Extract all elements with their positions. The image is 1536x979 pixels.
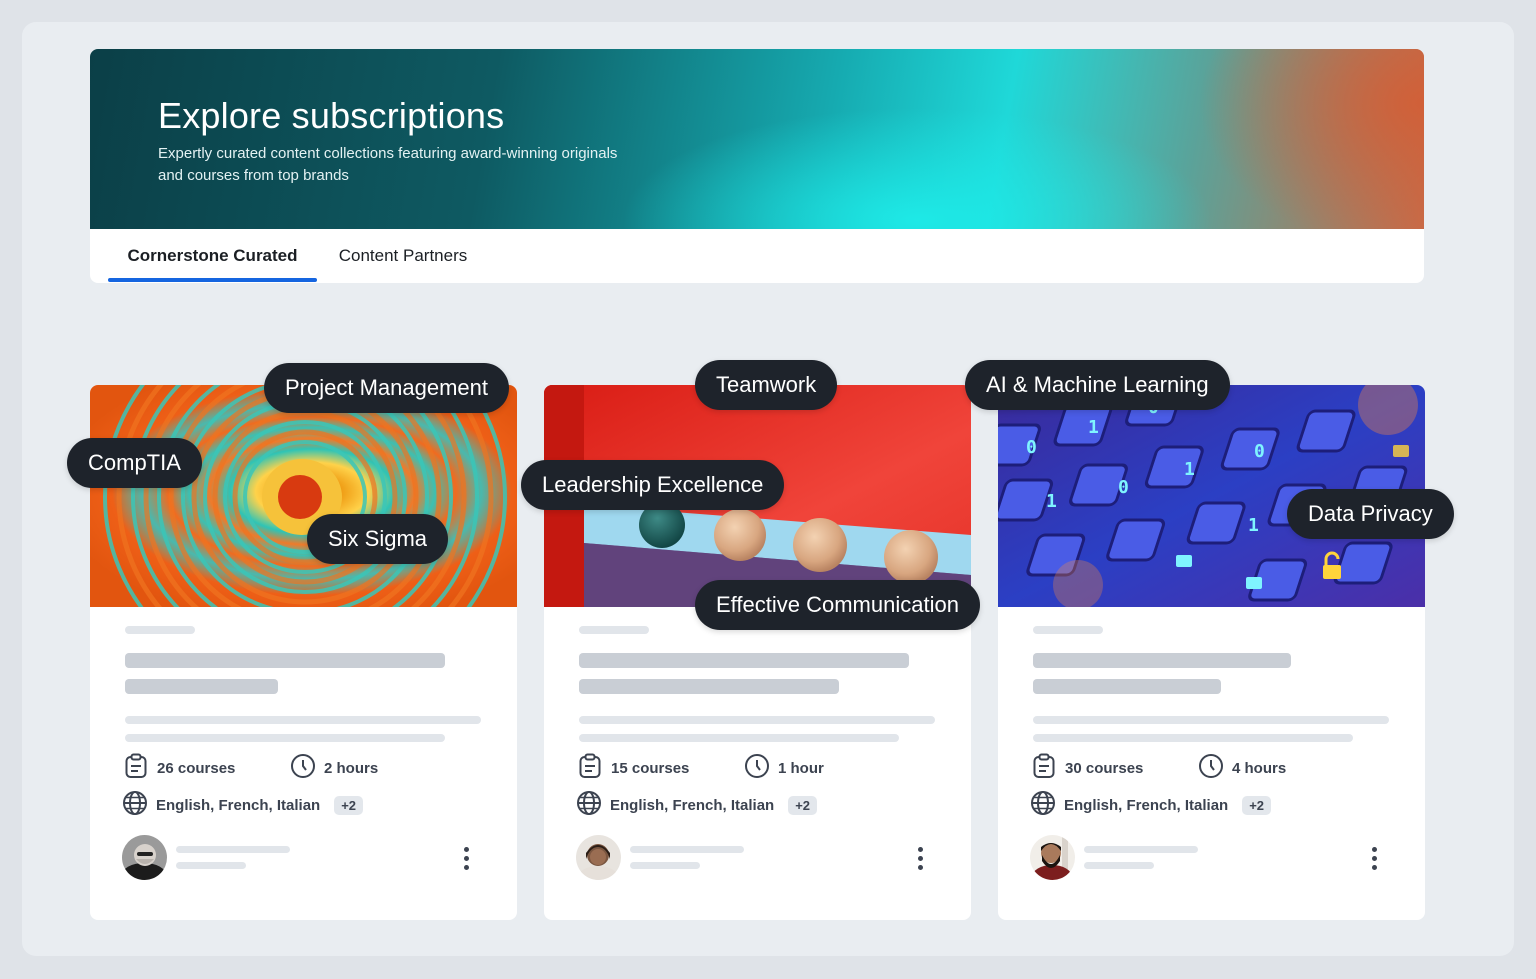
page-subtitle: Expertly curated content collections fea… xyxy=(158,143,678,187)
course-count: 15 courses xyxy=(577,753,689,783)
svg-text:1: 1 xyxy=(1088,417,1099,438)
skeleton-title xyxy=(1033,653,1291,668)
course-count: 26 courses xyxy=(123,753,235,783)
active-tab-indicator xyxy=(108,278,317,282)
skeleton-title xyxy=(579,653,909,668)
kebab-menu-icon[interactable] xyxy=(1370,847,1378,871)
more-languages-badge[interactable]: +2 xyxy=(334,795,364,815)
tab-content-partners[interactable]: Content Partners xyxy=(326,229,480,283)
topic-pill-six-sigma[interactable]: Six Sigma xyxy=(307,514,449,564)
avatar xyxy=(576,835,621,880)
card-image-rings xyxy=(90,385,517,607)
course-count-label: 30 courses xyxy=(1065,759,1144,777)
clock-icon xyxy=(744,753,770,783)
topic-pill-project-management[interactable]: Project Management xyxy=(264,363,509,413)
skeleton-line xyxy=(125,626,195,634)
topic-pill-teamwork[interactable]: Teamwork xyxy=(695,360,838,410)
duration-label: 4 hours xyxy=(1232,759,1287,777)
duration: 4 hours xyxy=(1198,753,1286,783)
duration: 2 hours xyxy=(290,753,378,783)
topic-pill-data-privacy[interactable]: Data Privacy xyxy=(1287,489,1454,539)
svg-text:0: 0 xyxy=(1026,437,1037,458)
skeleton-title xyxy=(125,653,445,668)
avatar xyxy=(122,835,167,880)
subtitle-line-2: and courses from top brands xyxy=(158,167,349,184)
course-count-label: 26 courses xyxy=(157,759,236,777)
svg-text:1: 1 xyxy=(1184,459,1195,480)
skeleton-title xyxy=(1033,679,1221,694)
globe-icon xyxy=(122,790,148,820)
skeleton-line xyxy=(579,626,649,634)
languages-label: English, French, Italian xyxy=(156,796,321,814)
topic-pill-leadership-excellence[interactable]: Leadership Excellence xyxy=(521,460,785,510)
topic-pill-comptia[interactable]: CompTIA xyxy=(67,438,202,488)
subscription-card[interactable]: 010 101 01 30 courses xyxy=(998,385,1425,920)
clipboard-icon xyxy=(577,753,603,783)
tab-bar: Cornerstone Curated Content Partners xyxy=(90,229,1424,283)
languages: English, French, Italian +2 xyxy=(122,790,364,820)
course-count: 30 courses xyxy=(1031,753,1143,783)
skeleton-line xyxy=(579,716,935,724)
globe-icon xyxy=(1030,790,1056,820)
skeleton-line xyxy=(579,734,899,742)
skeleton-line xyxy=(1084,846,1198,853)
languages-label: English, French, Italian xyxy=(610,796,775,814)
subtitle-line-1: Expertly curated content collections fea… xyxy=(158,145,618,162)
duration-label: 2 hours xyxy=(324,759,379,777)
languages-label: English, French, Italian xyxy=(1064,796,1229,814)
clock-icon xyxy=(290,753,316,783)
globe-icon xyxy=(576,790,602,820)
page-title: Explore subscriptions xyxy=(158,95,505,136)
skeleton-line xyxy=(1033,716,1389,724)
skeleton-line xyxy=(176,862,246,869)
skeleton-line xyxy=(1033,626,1103,634)
skeleton-title xyxy=(125,679,278,694)
skeleton-line xyxy=(630,846,744,853)
subscriptions-header: Explore subscriptions Expertly curated c… xyxy=(90,49,1424,283)
course-count-label: 15 courses xyxy=(611,759,690,777)
skeleton-line xyxy=(1084,862,1154,869)
clipboard-icon xyxy=(123,753,149,783)
skeleton-line xyxy=(125,734,445,742)
skeleton-line xyxy=(630,862,700,869)
duration: 1 hour xyxy=(744,753,824,783)
duration-label: 1 hour xyxy=(778,759,824,777)
clipboard-icon xyxy=(1031,753,1057,783)
more-languages-badge[interactable]: +2 xyxy=(1242,795,1272,815)
skeleton-line xyxy=(1033,734,1353,742)
svg-text:1: 1 xyxy=(1046,491,1057,512)
tab-cornerstone-curated[interactable]: Cornerstone Curated xyxy=(108,229,317,283)
skeleton-title xyxy=(579,679,839,694)
svg-text:0: 0 xyxy=(1118,477,1129,498)
languages: English, French, Italian +2 xyxy=(1030,790,1272,820)
languages: English, French, Italian +2 xyxy=(576,790,818,820)
svg-text:0: 0 xyxy=(1254,441,1265,462)
skeleton-line xyxy=(125,716,481,724)
kebab-menu-icon[interactable] xyxy=(916,847,924,871)
kebab-menu-icon[interactable] xyxy=(462,847,470,871)
hero-banner: Explore subscriptions Expertly curated c… xyxy=(90,49,1424,229)
skeleton-line xyxy=(176,846,290,853)
svg-text:1: 1 xyxy=(1248,515,1259,536)
clock-icon xyxy=(1198,753,1224,783)
topic-pill-effective-communication[interactable]: Effective Communication xyxy=(695,580,980,630)
more-languages-badge[interactable]: +2 xyxy=(788,795,818,815)
topic-pill-ai-machine-learning[interactable]: AI & Machine Learning xyxy=(965,360,1230,410)
avatar xyxy=(1030,835,1075,880)
